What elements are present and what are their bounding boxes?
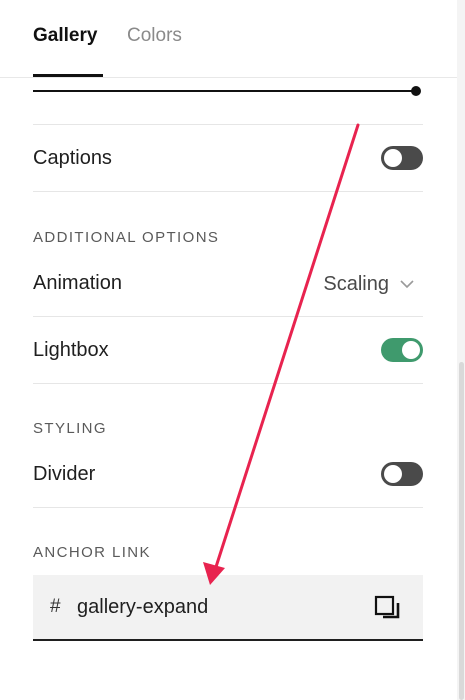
copy-icon[interactable] <box>374 595 402 621</box>
lightbox-label: Lightbox <box>33 339 109 361</box>
captions-toggle[interactable] <box>381 146 423 170</box>
slider-handle[interactable] <box>411 86 421 96</box>
tab-colors[interactable]: Colors <box>127 25 182 47</box>
animation-select[interactable]: Scaling <box>323 271 415 297</box>
tab-bar: Gallery Colors <box>0 0 457 78</box>
chevron-down-icon <box>399 276 415 292</box>
captions-label: Captions <box>33 147 112 169</box>
anchor-prefix: # <box>50 596 61 617</box>
lightbox-toggle[interactable] <box>381 338 423 362</box>
divider-line <box>33 507 423 508</box>
anchor-link-field: # <box>33 575 423 641</box>
toggle-knob <box>402 341 420 359</box>
scrollbar-thumb[interactable] <box>459 362 464 700</box>
divider-line <box>33 124 423 125</box>
animation-label: Animation <box>33 272 122 294</box>
tab-gallery[interactable]: Gallery <box>33 25 97 47</box>
slider-track[interactable] <box>33 90 416 92</box>
divider-line <box>33 316 423 317</box>
divider-line <box>33 191 423 192</box>
divider-line <box>33 383 423 384</box>
active-tab-indicator <box>33 74 103 77</box>
anchor-link-input[interactable] <box>77 592 357 622</box>
gallery-settings-panel: Gallery Colors Captions ADDITIONAL OPTIO… <box>0 0 457 700</box>
divider-label: Divider <box>33 463 96 485</box>
section-title-anchor-link: ANCHOR LINK <box>33 544 151 561</box>
divider-toggle[interactable] <box>381 462 423 486</box>
section-title-styling: STYLING <box>33 420 107 437</box>
toggle-knob <box>384 465 402 483</box>
toggle-knob <box>384 149 402 167</box>
section-title-additional-options: ADDITIONAL OPTIONS <box>33 229 220 246</box>
animation-select-value: Scaling <box>323 272 389 295</box>
